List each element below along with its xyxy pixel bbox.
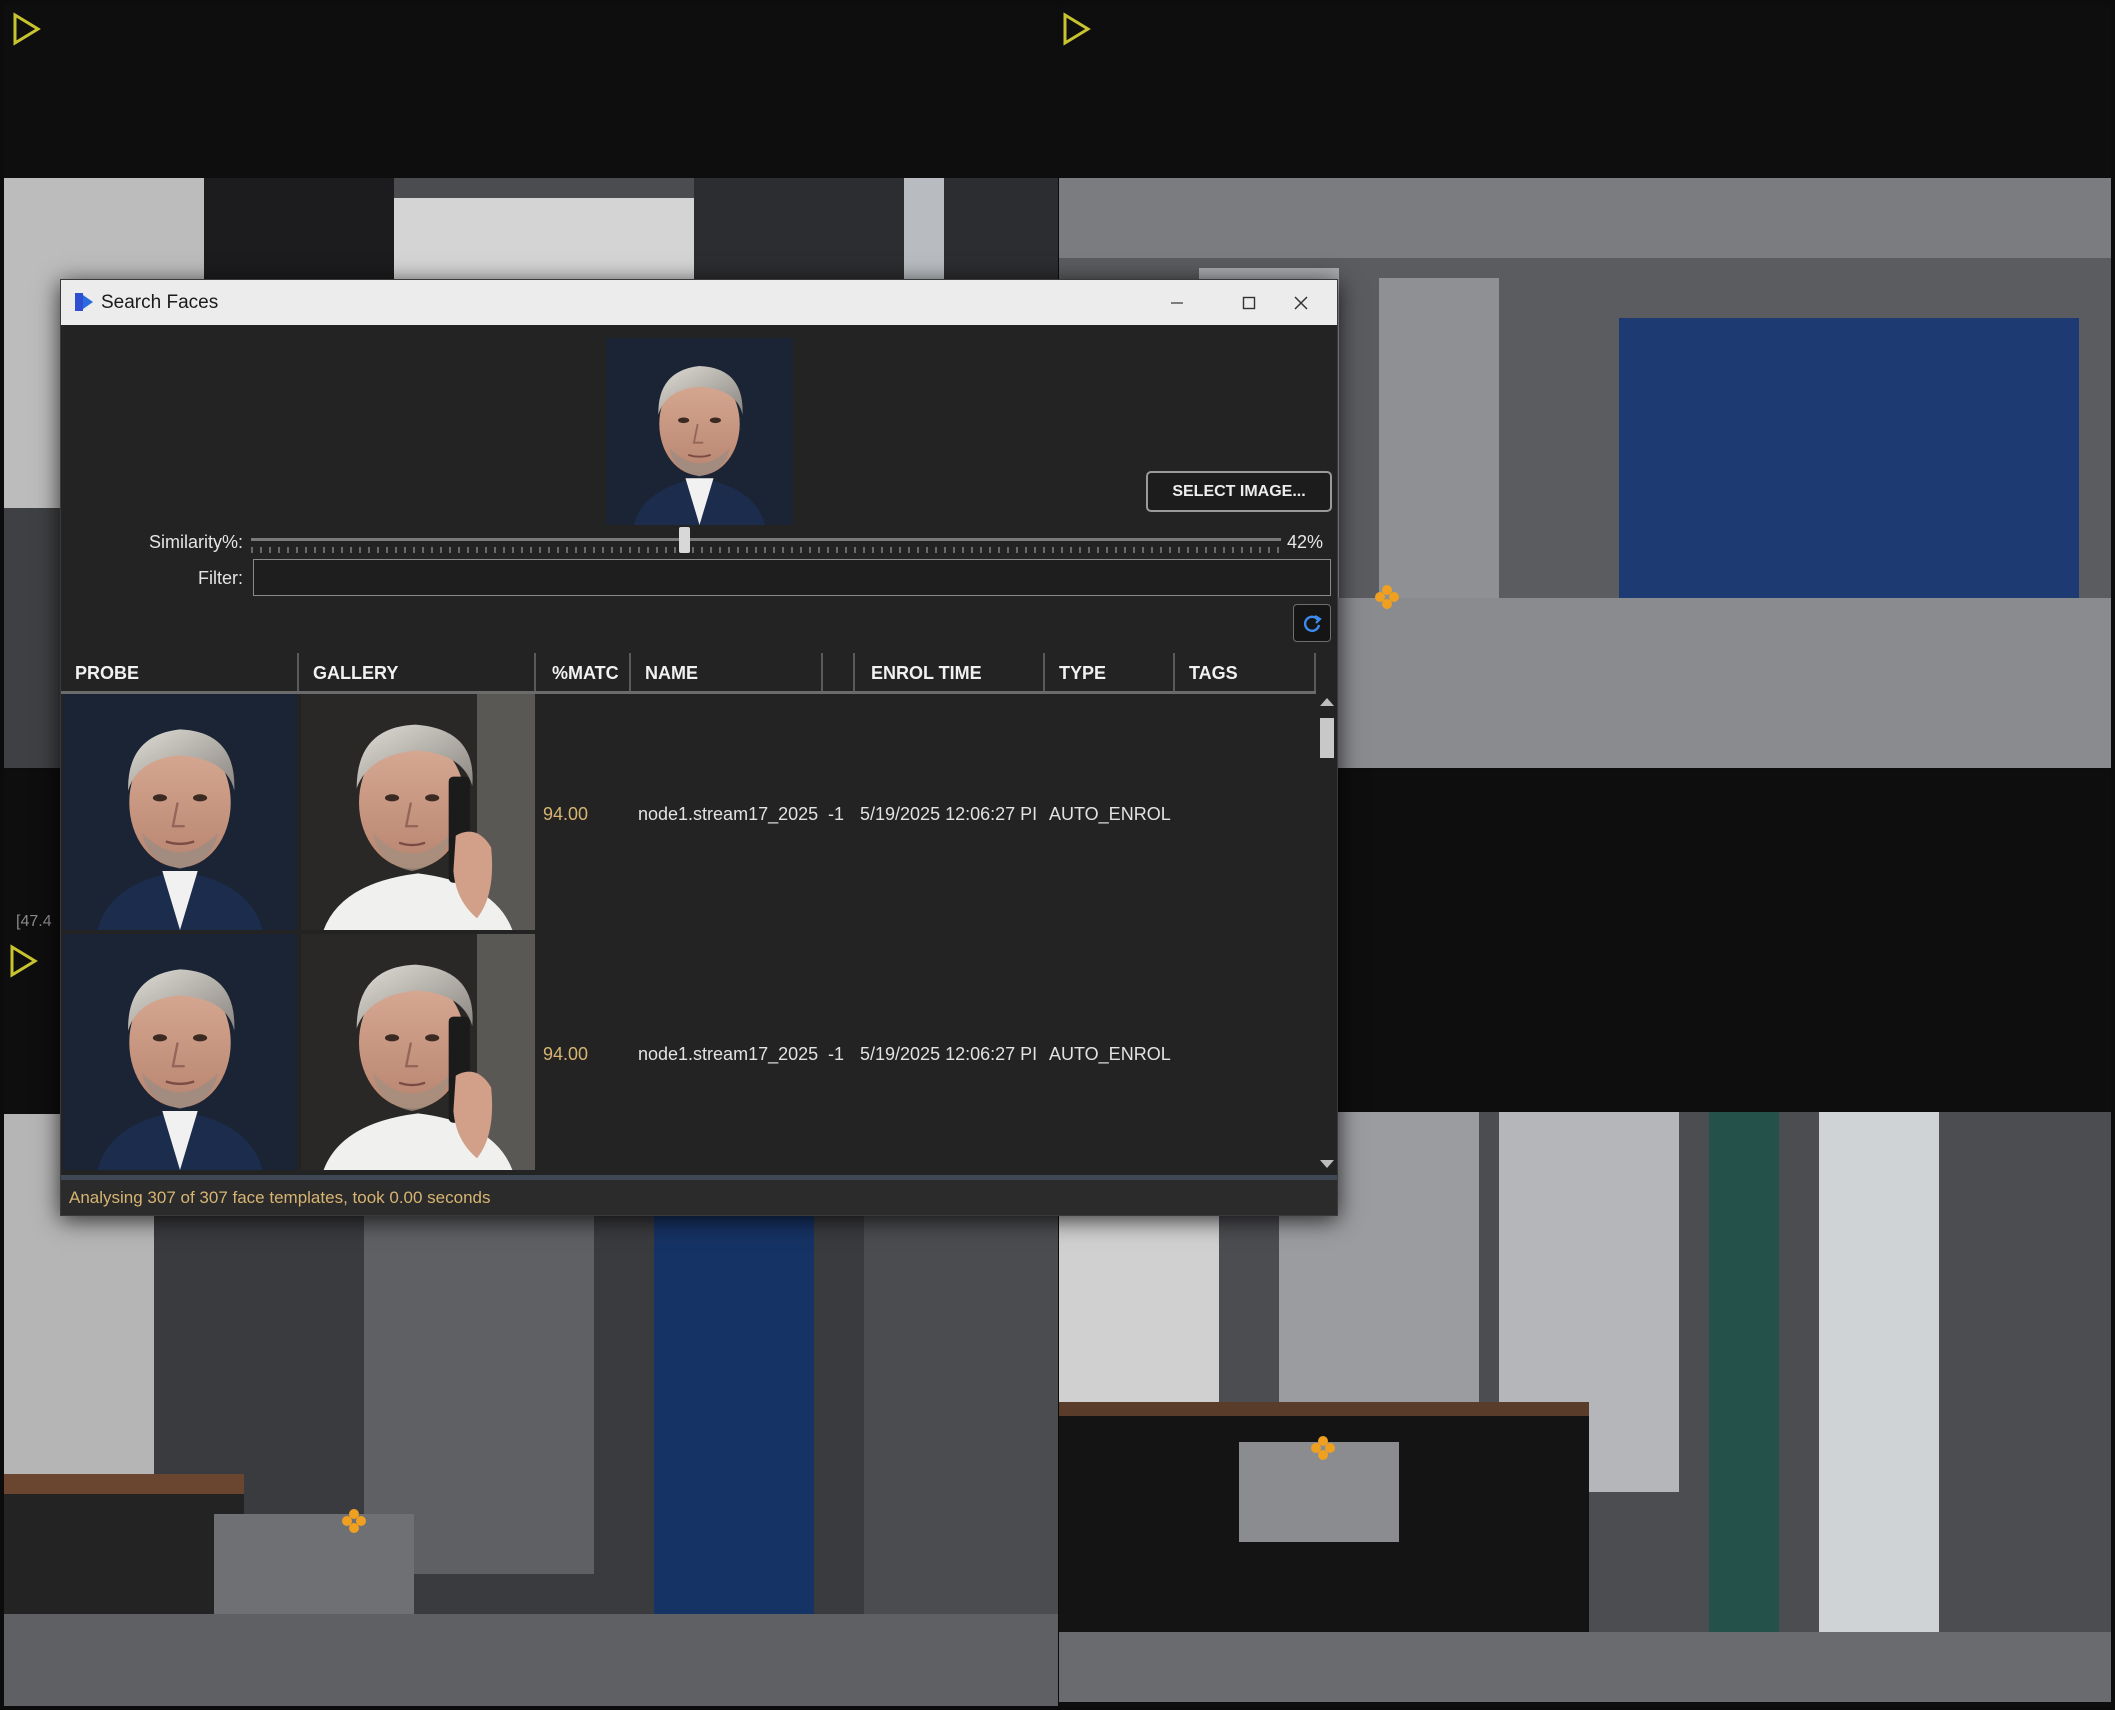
- refresh-icon: [1303, 615, 1322, 632]
- match-score: 94.00: [543, 804, 589, 824]
- turnstile-marker-icon[interactable]: [1308, 1433, 1338, 1463]
- column-header-probe[interactable]: PROBE: [61, 653, 299, 691]
- slider-track: [251, 538, 1281, 541]
- dialog-title: Search Faces: [101, 292, 219, 313]
- similarity-value: 42%: [1287, 532, 1324, 552]
- column-header-tags[interactable]: TAGS: [1175, 653, 1316, 691]
- probe-face-thumbnail: [63, 934, 297, 1170]
- enrol-time: 5/19/2025 12:06:27 PI: [860, 1044, 1038, 1064]
- refresh-button[interactable]: [1293, 604, 1331, 642]
- scroll-up-arrow-icon[interactable]: [1320, 698, 1334, 706]
- similarity-label: Similarity%:: [148, 532, 243, 552]
- scrollbar-handle[interactable]: [1320, 718, 1334, 758]
- search-faces-dialog: Search Faces SELECT IMAGE... Similarity%…: [60, 279, 1338, 1216]
- column-header-enrol-time[interactable]: ENROL TIME: [855, 653, 1045, 691]
- enrol-name: node1.stream17_2025: [638, 1044, 818, 1064]
- play-icon[interactable]: [9, 944, 39, 978]
- enrol-type: AUTO_ENROL: [1049, 804, 1171, 824]
- enrol-time: 5/19/2025 12:06:27 PI: [860, 804, 1038, 824]
- status-text: Analysing 307 of 307 face templates, too…: [69, 1188, 491, 1207]
- column-header-match[interactable]: %MATC: [536, 653, 631, 691]
- column-header-type[interactable]: TYPE: [1045, 653, 1175, 691]
- filter-label: Filter:: [198, 568, 243, 588]
- similarity-slider[interactable]: [251, 527, 1281, 560]
- scroll-down-arrow-icon[interactable]: [1320, 1160, 1334, 1168]
- probe-face-thumbnail: [63, 694, 297, 930]
- dialog-titlebar[interactable]: Search Faces: [61, 280, 1337, 325]
- table-row[interactable]: 94.00 node1.stream17_2025 -1 5/19/2025 1…: [61, 694, 1316, 934]
- results-table-header: PROBE GALLERY %MATC NAME ENROL TIME TYPE…: [61, 653, 1316, 694]
- turnstile-marker-icon[interactable]: [1372, 582, 1402, 612]
- results-table-body: 94.00 node1.stream17_2025 -1 5/19/2025 1…: [61, 694, 1316, 1174]
- close-icon: [1294, 295, 1308, 310]
- filter-input[interactable]: [253, 559, 1331, 596]
- results-scrollbar[interactable]: [1316, 694, 1336, 1174]
- select-image-button[interactable]: SELECT IMAGE...: [1146, 471, 1332, 512]
- app-logo-icon: [75, 293, 93, 311]
- gallery-face-thumbnail: [301, 694, 535, 930]
- probe-image: [606, 338, 793, 525]
- minimize-button[interactable]: [1141, 280, 1213, 325]
- tile-overlay-text: [47.4: [16, 913, 52, 930]
- status-bar: Analysing 307 of 307 face templates, too…: [61, 1175, 1337, 1215]
- column-header-name[interactable]: NAME: [631, 653, 823, 691]
- enrol-name: node1.stream17_2025: [638, 804, 818, 824]
- maximize-icon: [1242, 296, 1256, 309]
- match-score: 94.00: [543, 1044, 589, 1064]
- gallery-face-thumbnail: [301, 934, 535, 1170]
- slider-thumb[interactable]: [678, 527, 690, 553]
- close-button[interactable]: [1265, 280, 1337, 325]
- play-icon[interactable]: [12, 12, 42, 46]
- column-header-gallery[interactable]: GALLERY: [299, 653, 536, 691]
- enrol-number: -1: [828, 804, 845, 824]
- table-row[interactable]: 94.00 node1.stream17_2025 -1 5/19/2025 1…: [61, 934, 1316, 1174]
- enrol-type: AUTO_ENROL: [1049, 1044, 1171, 1064]
- column-header-blank[interactable]: [823, 653, 855, 691]
- enrol-number: -1: [828, 1044, 845, 1064]
- slider-ticks: [251, 547, 1281, 553]
- turnstile-marker-icon[interactable]: [339, 1506, 369, 1536]
- minimize-icon: [1171, 301, 1183, 304]
- play-icon[interactable]: [1062, 12, 1092, 46]
